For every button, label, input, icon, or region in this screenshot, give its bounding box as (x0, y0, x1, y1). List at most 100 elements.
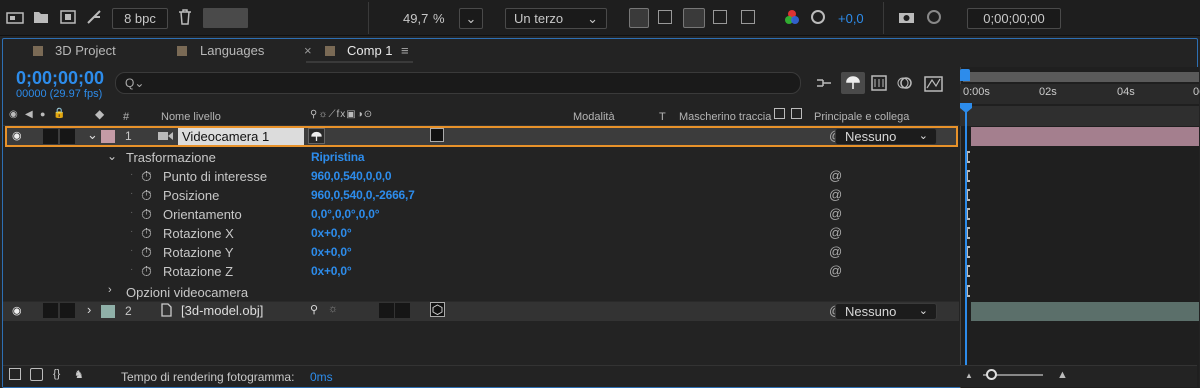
adjustment-switch[interactable] (395, 303, 410, 318)
composition-flowchart-icon[interactable] (815, 76, 833, 90)
layer-1-duration-bar[interactable] (971, 127, 1199, 146)
tab-languages[interactable]: Languages (200, 43, 264, 58)
zoom-value[interactable]: 49,7 (403, 11, 428, 26)
stopwatch-icon[interactable]: ⏱ (141, 263, 152, 280)
parent-select[interactable]: Nessuno ⌄ (835, 303, 937, 320)
shy-layers-button[interactable] (841, 72, 865, 94)
ruler-label: 04s (1117, 86, 1135, 98)
shy-switch[interactable] (308, 128, 325, 144)
snapshot-icon[interactable] (898, 10, 915, 24)
rgb-channels-icon[interactable] (784, 9, 800, 25)
comp-timecode[interactable]: 0;00;00;00 (16, 68, 104, 89)
chevron-right-icon[interactable]: › (87, 302, 91, 317)
timecode-display[interactable]: 0;00;00;00 (967, 8, 1061, 29)
trash-icon[interactable] (178, 9, 192, 25)
3d-layer-switch[interactable] (430, 302, 445, 317)
reset-exposure-icon[interactable] (810, 9, 826, 25)
toggle-grid-icon[interactable] (741, 10, 755, 24)
collapse-switch-icon[interactable]: ☼ (328, 303, 338, 315)
property-row: · ⏱ Punto di interesse 960,0,540,0,0,0 @ (130, 168, 843, 185)
film-icon[interactable] (60, 10, 76, 24)
work-area-bar[interactable] (963, 72, 1199, 82)
chevron-down-icon: ⌄ (918, 130, 928, 142)
stopwatch-icon[interactable]: ⏱ (141, 244, 152, 261)
composition-icon[interactable] (6, 10, 24, 26)
expression-pick-whip-icon[interactable]: @ (829, 263, 842, 278)
solo-switch[interactable] (43, 129, 58, 144)
graph-editor-icon[interactable] (924, 74, 944, 92)
visibility-eye-icon[interactable]: ◉ (12, 304, 22, 317)
mask-visibility-button[interactable] (683, 8, 705, 28)
layer-switches-toggle-icon[interactable] (9, 368, 21, 380)
layer-label-color[interactable] (101, 305, 115, 318)
column-track-matte[interactable]: Mascherino traccia (679, 111, 771, 123)
chevron-right-icon[interactable]: › (108, 284, 112, 296)
layer-name-field[interactable]: Videocamera 1 (178, 128, 304, 145)
work-area-start-handle[interactable] (960, 69, 970, 81)
chevron-down-icon[interactable]: ⌄ (107, 149, 117, 163)
layer-search-input[interactable]: Q⌄ (115, 72, 801, 94)
zoom-in-icon[interactable]: ▲ (1057, 369, 1068, 381)
layer-row-2[interactable] (3, 301, 959, 321)
expression-pick-whip-icon[interactable]: @ (829, 244, 842, 259)
time-ruler[interactable] (960, 84, 1199, 104)
parent-select[interactable]: Nessuno ⌄ (835, 128, 937, 145)
motion-blur-switch[interactable] (379, 303, 394, 318)
solo-switch[interactable] (43, 303, 58, 318)
expression-pick-whip-icon[interactable]: @ (829, 206, 842, 221)
layer-label-color[interactable] (101, 130, 115, 143)
eye-icon[interactable]: ◉ (9, 109, 18, 120)
zoom-dropdown[interactable]: ⌄ (459, 8, 483, 29)
close-tab-icon[interactable]: × (304, 43, 312, 58)
zoom-slider-thumb[interactable] (986, 369, 997, 380)
expression-pick-whip-icon[interactable]: @ (829, 225, 842, 240)
flowchart-icon[interactable] (86, 9, 102, 25)
layer-name[interactable]: [3d-model.obj] (181, 303, 263, 318)
lock-icon[interactable]: 🔒 (53, 108, 65, 119)
tab-menu-icon[interactable]: ≡ (401, 43, 409, 58)
folder-icon[interactable] (33, 10, 49, 24)
camera-options-group[interactable]: Opzioni videocamera (126, 285, 248, 300)
exposure-value[interactable]: +0,0 (838, 11, 864, 26)
view-select[interactable]: Un terzo ⌄ (505, 8, 607, 29)
solo-icon[interactable]: ● (40, 109, 45, 119)
layer-row-1[interactable] (5, 126, 958, 147)
motion-blur-icon[interactable] (897, 75, 913, 91)
tab-3d-project[interactable]: 3D Project (55, 43, 116, 58)
in-out-toggle-icon[interactable]: {} (53, 368, 60, 380)
column-parent[interactable]: Principale e collega (814, 111, 909, 123)
fast-preview-button[interactable] (629, 8, 649, 28)
stopwatch-icon[interactable]: ⏱ (141, 206, 152, 223)
show-snapshot-icon[interactable] (925, 9, 942, 25)
color-swatch[interactable] (203, 8, 248, 28)
chevron-down-icon[interactable]: ⌄ (87, 127, 98, 143)
column-mode[interactable]: Modalità (573, 111, 615, 123)
tab-comp-1[interactable]: Comp 1 (347, 43, 393, 58)
playhead-line[interactable] (965, 109, 967, 365)
timeline-panel: 3D Project Languages × Comp 1 ≡ 0;00;00;… (2, 38, 1200, 388)
expression-pick-whip-icon[interactable]: @ (829, 168, 842, 183)
visibility-eye-icon[interactable]: ◉ (12, 129, 22, 142)
stopwatch-icon[interactable]: ⏱ (141, 225, 152, 242)
region-of-interest-icon[interactable] (713, 10, 727, 24)
shy-switch-icon[interactable]: ⚲ (310, 303, 318, 316)
stopwatch-icon[interactable]: ⏱ (141, 187, 152, 204)
transform-group[interactable]: Trasformazione (126, 150, 216, 165)
lock-switch[interactable] (60, 303, 75, 318)
expression-pick-whip-icon[interactable]: @ (829, 187, 842, 202)
audio-icon[interactable]: ◀ (25, 109, 33, 120)
bit-depth-button[interactable]: 8 bpc (112, 8, 168, 29)
column-layer-name[interactable]: Nome livello (161, 111, 221, 123)
transparency-grid-icon[interactable] (658, 10, 672, 24)
frame-blending-icon[interactable] (871, 75, 887, 91)
reset-transform-link[interactable]: Ripristina (311, 150, 365, 164)
stopwatch-icon[interactable]: ⏱ (141, 168, 152, 185)
layer-2-duration-bar[interactable] (971, 302, 1199, 321)
3d-layer-switch[interactable] (430, 128, 444, 142)
transfer-controls-toggle-icon[interactable] (30, 368, 43, 381)
ruler-label: 0:00s (963, 86, 990, 98)
zoom-out-icon[interactable]: ▲ (965, 371, 973, 380)
lock-switch[interactable] (60, 129, 75, 144)
stretch-toggle-icon[interactable]: ♞ (74, 368, 84, 381)
label-tag-icon[interactable]: ◆ (95, 107, 104, 121)
